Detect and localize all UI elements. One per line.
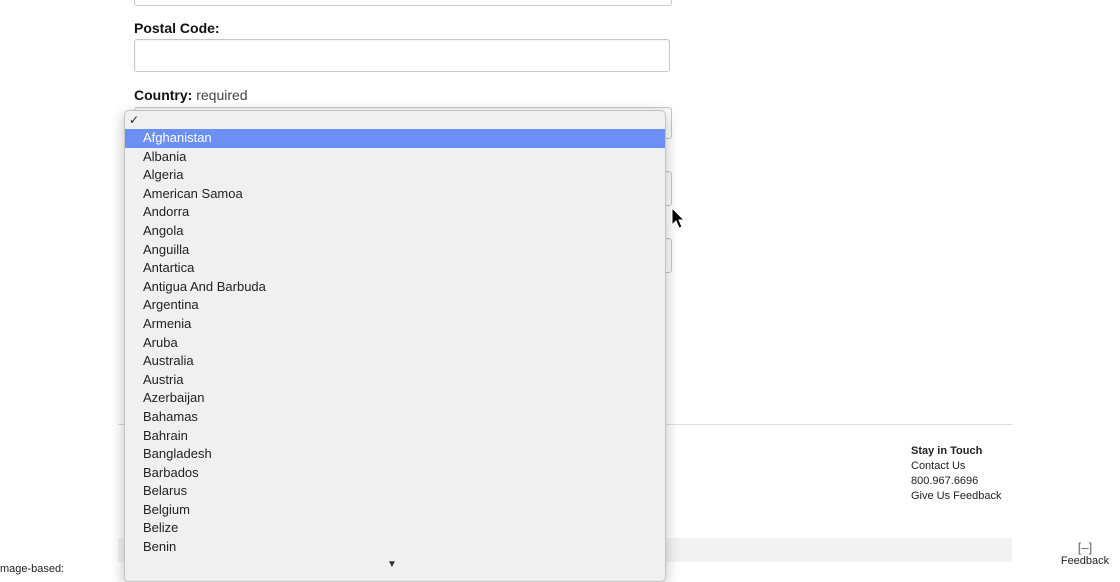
give-feedback-link[interactable]: Give Us Feedback (911, 489, 1001, 504)
phone-link[interactable]: 800.967.6696 (911, 474, 1001, 489)
country-dropdown-list[interactable]: ✓ Afghanistan Albania Algeria American Samo… (124, 110, 666, 582)
scroll-down-arrow[interactable]: ▼ (387, 559, 397, 570)
country-option[interactable]: Afghanistan (125, 129, 665, 148)
country-option[interactable]: Austria (125, 371, 665, 390)
country-option[interactable]: Belarus (125, 482, 665, 501)
feedback-label: Feedback (1060, 555, 1110, 567)
stay-in-touch-heading: Stay in Touch (911, 445, 983, 457)
contact-us-link[interactable]: Contact Us (911, 459, 1001, 474)
country-option[interactable]: American Samoa (125, 185, 665, 204)
stay-in-touch-section: Stay in Touch Contact Us 800.967.6696 Gi… (911, 444, 1001, 504)
country-option[interactable]: Antigua And Barbuda (125, 278, 665, 297)
country-option[interactable]: Angola (125, 222, 665, 241)
country-label-text: Country: (134, 87, 193, 103)
country-option[interactable]: Benin (125, 538, 665, 557)
previous-field-input[interactable] (134, 0, 672, 6)
country-option[interactable]: Algeria (125, 166, 665, 185)
country-label: Country: required (134, 87, 248, 103)
feedback-icon: [–] (1077, 540, 1093, 555)
country-option[interactable]: Andorra (125, 203, 665, 222)
required-note: required (196, 87, 248, 103)
country-option[interactable]: Anguilla (125, 241, 665, 260)
postal-code-label: Postal Code: (134, 20, 220, 36)
empty-option-checked[interactable]: ✓ (125, 111, 665, 129)
country-option[interactable]: Argentina (125, 296, 665, 315)
country-option[interactable]: Barbados (125, 464, 665, 483)
country-option[interactable]: Antartica (125, 259, 665, 278)
country-option[interactable]: Belgium (125, 501, 665, 520)
country-option[interactable]: Bahrain (125, 427, 665, 446)
country-option[interactable]: Australia (125, 352, 665, 371)
country-option[interactable]: Belize (125, 519, 665, 538)
country-option[interactable]: Bangladesh (125, 445, 665, 464)
bottom-left-text: mage-based: (0, 563, 65, 575)
mouse-cursor-icon (671, 207, 686, 229)
country-option[interactable]: Albania (125, 148, 665, 167)
country-option[interactable]: Bahamas (125, 408, 665, 427)
postal-code-input[interactable] (134, 39, 670, 72)
country-option[interactable]: Aruba (125, 334, 665, 353)
feedback-widget[interactable]: [–] Feedback (1058, 540, 1112, 567)
country-option[interactable]: Armenia (125, 315, 665, 334)
country-option[interactable]: Azerbaijan (125, 389, 665, 408)
